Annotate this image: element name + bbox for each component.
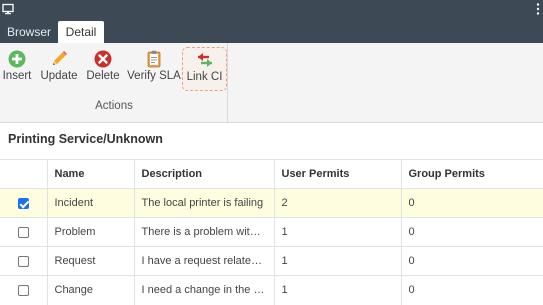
more-options-icon[interactable]	[536, 2, 540, 16]
row-checkbox[interactable]	[17, 255, 29, 267]
cell-name: Problem	[46, 217, 134, 247]
cell-group-permits: 0	[400, 246, 543, 276]
cell-description: I need a change in the local p...	[133, 275, 274, 305]
table-row[interactable]: Change I need a change in the local p...…	[0, 275, 543, 305]
cell-user-permits: 2	[273, 188, 401, 218]
cell-group-permits: 0	[400, 275, 543, 305]
cell-user-permits: 1	[273, 217, 401, 247]
cell-group-permits: 0	[400, 188, 543, 218]
cell-group-permits: 0	[400, 217, 543, 247]
monitor-icon	[2, 3, 14, 15]
row-checkbox-cell	[0, 188, 47, 218]
insert-label: Insert	[2, 70, 32, 82]
link-ci-label: Link CI	[186, 71, 223, 83]
cell-description: There is a problem with the l...	[133, 217, 274, 247]
delete-button[interactable]: Delete	[86, 49, 120, 89]
window-titlebar	[0, 0, 543, 18]
insert-button[interactable]: Insert	[2, 49, 32, 89]
tab-browser[interactable]: Browser	[2, 21, 56, 43]
column-header-user-permits[interactable]: User Permits	[273, 159, 401, 189]
cell-name: Change	[46, 275, 134, 305]
delete-x-icon	[94, 50, 112, 68]
select-column-header	[0, 159, 47, 189]
table-row[interactable]: Problem There is a problem with the l...…	[0, 217, 543, 247]
cell-description: The local printer is failing	[133, 188, 274, 218]
update-label: Update	[40, 70, 78, 82]
verify-sla-label: Verify SLA	[127, 70, 181, 82]
row-checkbox[interactable]	[17, 284, 29, 296]
column-header-name[interactable]: Name	[46, 159, 134, 189]
tab-bar: Browser Detail	[0, 18, 543, 43]
row-checkbox-cell	[0, 217, 47, 247]
actions-group-label: Actions	[95, 100, 133, 112]
actions-group: Insert Update Delete Verify SLA Link CI …	[0, 43, 228, 122]
verify-sla-button[interactable]: Verify SLA	[127, 49, 181, 89]
cell-user-permits: 1	[273, 275, 401, 305]
table-row[interactable]: Incident The local printer is failing 2 …	[0, 188, 543, 218]
cell-user-permits: 1	[273, 246, 401, 276]
pencil-icon	[53, 51, 67, 65]
link-arrows-icon	[197, 53, 212, 67]
ribbon-toolbar: Insert Update Delete Verify SLA Link CI …	[0, 43, 543, 123]
link-ci-button[interactable]: Link CI	[182, 47, 227, 91]
update-button[interactable]: Update	[40, 49, 78, 89]
row-checkbox[interactable]	[17, 226, 29, 238]
cell-description: I have a request related to th...	[133, 246, 274, 276]
row-checkbox-cell	[0, 246, 47, 276]
cell-name: Request	[46, 246, 134, 276]
row-checkbox-cell	[0, 275, 47, 305]
data-grid: Name Description User Permits Group Perm…	[0, 159, 543, 305]
plus-circle-icon	[8, 50, 26, 68]
cell-name: Incident	[46, 188, 134, 218]
column-header-group-permits[interactable]: Group Permits	[400, 159, 543, 189]
table-row[interactable]: Request I have a request related to th..…	[0, 246, 543, 276]
delete-label: Delete	[86, 70, 120, 82]
clipboard-icon	[147, 50, 161, 68]
page-title: Printing Service/Unknown	[8, 132, 163, 146]
table-header-row: Name Description User Permits Group Perm…	[0, 159, 543, 189]
row-checkbox[interactable]	[17, 197, 29, 209]
tab-detail[interactable]: Detail	[58, 21, 104, 43]
column-header-description[interactable]: Description	[133, 159, 274, 189]
